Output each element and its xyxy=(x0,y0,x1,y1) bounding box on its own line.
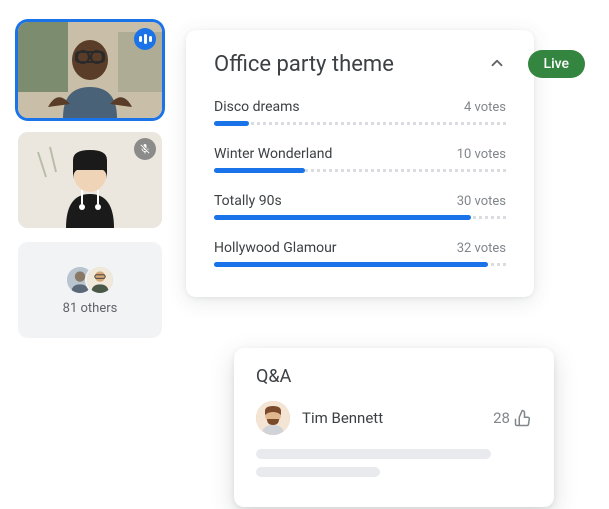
poll-option[interactable]: Winter Wonderland 10 votes xyxy=(214,146,506,173)
poll-option-label: Disco dreams xyxy=(214,99,300,115)
qa-entry[interactable]: Tim Bennett 28 xyxy=(256,401,532,435)
poll-option-votes: 4 votes xyxy=(464,100,506,115)
qa-text-placeholder xyxy=(256,449,491,459)
poll-title: Office party theme xyxy=(214,52,394,77)
poll-option[interactable]: Disco dreams 4 votes xyxy=(214,99,506,126)
poll-option-votes: 10 votes xyxy=(457,147,506,162)
muted-icon xyxy=(134,138,156,160)
live-badge: Live xyxy=(528,50,585,78)
chevron-up-icon[interactable] xyxy=(488,54,506,76)
others-tile[interactable]: 81 others xyxy=(18,242,162,338)
avatar-stack xyxy=(65,265,115,295)
qa-title: Q&A xyxy=(256,366,532,387)
qa-author-name: Tim Bennett xyxy=(302,409,481,427)
thumbs-up-icon xyxy=(514,409,532,427)
qa-text-placeholder xyxy=(256,467,380,477)
poll-bar xyxy=(214,262,506,267)
qa-avatar xyxy=(256,401,290,435)
participant-tile-muted[interactable] xyxy=(18,132,162,228)
poll-option-votes: 30 votes xyxy=(457,194,506,209)
qa-upvote-button[interactable]: 28 xyxy=(493,409,532,427)
participant-tile-speaking[interactable] xyxy=(18,22,162,118)
qa-card: Q&A Tim Bennett 28 xyxy=(234,348,554,507)
poll-bar xyxy=(214,121,506,126)
poll-card: Office party theme Disco dreams 4 votes … xyxy=(186,30,534,297)
poll-option-label: Totally 90s xyxy=(214,193,282,209)
poll-option-votes: 32 votes xyxy=(457,241,506,256)
poll-option-label: Hollywood Glamour xyxy=(214,240,337,256)
qa-upvote-count: 28 xyxy=(493,409,510,427)
poll-bar xyxy=(214,168,506,173)
speaking-indicator-icon xyxy=(134,28,156,50)
participant-column: 81 others xyxy=(18,22,162,338)
poll-option[interactable]: Hollywood Glamour 32 votes xyxy=(214,240,506,267)
poll-bar xyxy=(214,215,506,220)
poll-option-label: Winter Wonderland xyxy=(214,146,332,162)
poll-option[interactable]: Totally 90s 30 votes xyxy=(214,193,506,220)
others-count-label: 81 others xyxy=(63,301,118,316)
